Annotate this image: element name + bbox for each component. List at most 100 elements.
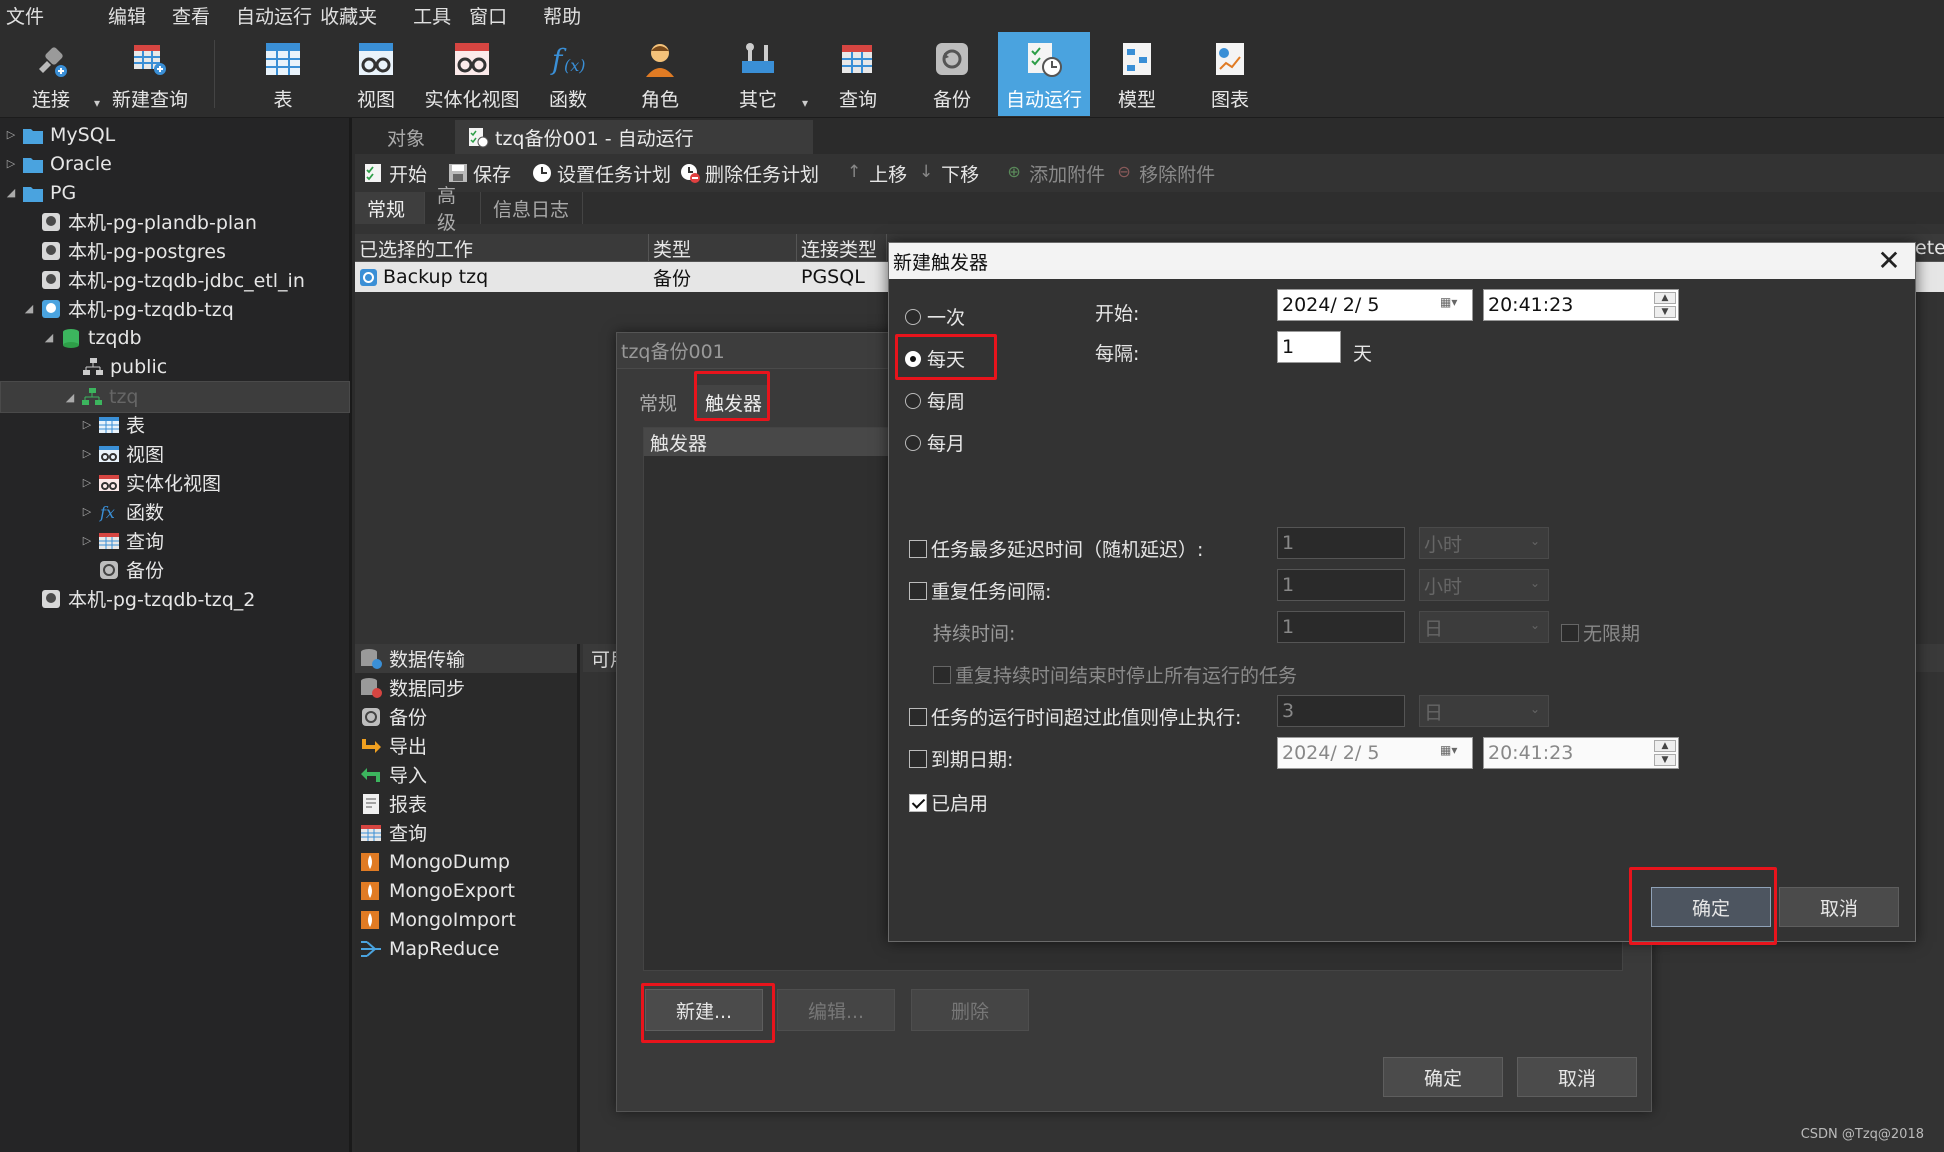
indefinite-checkbox[interactable]: 无限期	[1561, 619, 1640, 646]
repeat-interval-input[interactable]: 1	[1277, 569, 1405, 601]
start-date-picker[interactable]: 2024/ 2/ 5 ▦▾	[1277, 289, 1473, 321]
delete-trigger-button[interactable]: 删除	[911, 989, 1029, 1031]
edit-trigger-button[interactable]: 编辑...	[777, 989, 895, 1031]
tab-general[interactable]: 常规	[631, 385, 685, 419]
list-item[interactable]: 查询	[355, 818, 577, 847]
column-selected-jobs[interactable]: 已选择的工作	[355, 234, 649, 262]
expire-time-input[interactable]: 20:41:23 ▲ ▼	[1483, 737, 1679, 769]
menu-tools[interactable]: 工具	[403, 2, 469, 29]
repeat-interval-unit-select[interactable]: 小时 ⌄	[1419, 569, 1549, 601]
list-item[interactable]: MongoDump	[355, 847, 577, 876]
query-button[interactable]: 查询	[834, 32, 882, 116]
max-delay-input[interactable]: 1	[1277, 527, 1405, 559]
table-button[interactable]: 表	[260, 32, 306, 116]
tab-automation-job[interactable]: tzq备份001 - 自动运行	[455, 120, 813, 154]
list-item[interactable]: 备份	[355, 702, 577, 731]
collapse-arrow-icon[interactable]: ◢	[4, 186, 18, 199]
expand-arrow-icon[interactable]: ▷	[4, 128, 18, 141]
menu-favorites[interactable]: 收藏夹	[314, 2, 403, 29]
other-dropdown-icon[interactable]: ▾	[802, 96, 808, 110]
radio-once[interactable]: 一次	[905, 303, 965, 330]
model-button[interactable]: 模型	[1112, 32, 1162, 116]
tree-item-database[interactable]: ◢ tzqdb	[0, 323, 350, 352]
connect-dropdown-icon[interactable]: ▾	[94, 96, 100, 110]
cancel-button[interactable]: 取消	[1517, 1057, 1637, 1097]
tree-item-connection[interactable]: 本机-pg-tzqdb-jdbc_etl_in	[0, 265, 350, 294]
interval-input[interactable]: 1	[1277, 331, 1341, 363]
expire-date-picker[interactable]: 2024/ 2/ 5 ▦▾	[1277, 737, 1473, 769]
stop-at-end-checkbox[interactable]: 重复持续时间结束时停止所有运行的任务	[933, 661, 1297, 688]
other-button[interactable]: 其它	[734, 32, 782, 116]
menu-file[interactable]: 文件	[0, 2, 58, 29]
expand-arrow-icon[interactable]: ▷	[80, 447, 94, 460]
move-down-button[interactable]: ↓ 下移	[915, 160, 979, 187]
duration-input[interactable]: 1	[1277, 611, 1405, 643]
list-item[interactable]: MongoImport	[355, 905, 577, 934]
tree-item-connection[interactable]: 本机-pg-postgres	[0, 236, 350, 265]
start-time-input[interactable]: 20:41:23 ▲ ▼	[1483, 289, 1679, 321]
stop-long-running-unit-select[interactable]: 日 ⌄	[1419, 695, 1549, 727]
calendar-dropdown-icon[interactable]: ▦▾	[1440, 295, 1466, 315]
menu-help[interactable]: 帮助	[533, 2, 595, 29]
column-type[interactable]: 类型	[649, 234, 797, 262]
time-spinner[interactable]: ▲ ▼	[1654, 292, 1676, 318]
set-schedule-button[interactable]: 设置任务计划	[531, 160, 671, 187]
radio-monthly[interactable]: 每月	[905, 429, 965, 456]
calendar-dropdown-icon[interactable]: ▦▾	[1440, 743, 1466, 763]
tree-item-schema[interactable]: public	[0, 352, 350, 381]
tree-item-schema-selected[interactable]: ◢ tzq	[0, 381, 350, 413]
tree-item-oracle[interactable]: ▷ Oracle	[0, 149, 350, 178]
tab-log[interactable]: 信息日志	[481, 192, 583, 224]
tab-advanced[interactable]: 高级	[425, 185, 481, 234]
expand-arrow-icon[interactable]: ▷	[80, 476, 94, 489]
ok-button[interactable]: 确定	[1651, 887, 1771, 927]
chart-button[interactable]: 图表	[1206, 32, 1254, 116]
cancel-button[interactable]: 取消	[1779, 887, 1899, 927]
materialized-view-button[interactable]: 实体化视图	[424, 32, 520, 116]
time-spinner[interactable]: ▲ ▼	[1654, 740, 1676, 766]
menu-edit[interactable]: 编辑	[58, 2, 160, 29]
menu-automation[interactable]: 自动运行	[224, 2, 314, 29]
column-connection-type[interactable]: 连接类型	[797, 234, 887, 262]
list-item[interactable]: 报表	[355, 789, 577, 818]
tree-item-connection[interactable]: 本机-pg-tzqdb-tzq_2	[0, 584, 350, 613]
expire-date-checkbox[interactable]: 到期日期:	[909, 745, 1013, 772]
tab-trigger[interactable]: 触发器	[697, 385, 771, 419]
tree-item-mysql[interactable]: ▷ MySQL	[0, 120, 350, 149]
enabled-checkbox[interactable]: 已启用	[909, 789, 988, 816]
tree-item-connection-open[interactable]: ◢ 本机-pg-tzqdb-tzq	[0, 294, 350, 323]
list-item[interactable]: 数据传输	[355, 644, 577, 673]
tab-general[interactable]: 常规	[355, 192, 425, 224]
add-attachment-button[interactable]: ⊕ 添加附件	[1003, 160, 1105, 187]
collapse-arrow-icon[interactable]: ◢	[42, 331, 56, 344]
expand-arrow-icon[interactable]: ▷	[4, 157, 18, 170]
remove-attachment-button[interactable]: ⊖ 移除附件	[1113, 160, 1215, 187]
collapse-arrow-icon[interactable]: ◢	[63, 391, 77, 404]
tree-item-queries[interactable]: ▷ 查询	[0, 526, 350, 555]
close-icon[interactable]: ✕	[1873, 245, 1905, 277]
view-button[interactable]: 视图	[352, 32, 400, 116]
ok-button[interactable]: 确定	[1383, 1057, 1503, 1097]
max-delay-unit-select[interactable]: 小时 ⌄	[1419, 527, 1549, 559]
expand-arrow-icon[interactable]: ▷	[80, 505, 94, 518]
tree-item-pg[interactable]: ◢ PG	[0, 178, 350, 207]
delete-schedule-button[interactable]: 删除任务计划	[679, 160, 819, 187]
repeat-interval-checkbox[interactable]: 重复任务间隔:	[909, 577, 1051, 604]
tree-item-connection[interactable]: 本机-pg-plandb-plan	[0, 207, 350, 236]
function-button[interactable]: f (x) 函数	[544, 32, 592, 116]
list-item[interactable]: MapReduce	[355, 934, 577, 963]
connect-button[interactable]: 连接	[18, 32, 84, 116]
tree-item-backups[interactable]: 备份	[0, 555, 350, 584]
list-item[interactable]: 导出	[355, 731, 577, 760]
automation-button[interactable]: 自动运行	[998, 32, 1090, 116]
stop-long-running-checkbox[interactable]: 任务的运行时间超过此值则停止执行:	[909, 703, 1241, 730]
duration-unit-select[interactable]: 日 ⌄	[1419, 611, 1549, 643]
role-button[interactable]: 角色	[636, 32, 684, 116]
radio-weekly[interactable]: 每周	[905, 387, 965, 414]
tree-item-materialized-views[interactable]: ▷ 实体化视图	[0, 468, 350, 497]
stop-long-running-input[interactable]: 3	[1277, 695, 1405, 727]
tree-item-tables[interactable]: ▷ 表	[0, 410, 350, 439]
move-up-button[interactable]: ↑ 上移	[843, 160, 907, 187]
tree-item-views[interactable]: ▷ 视图	[0, 439, 350, 468]
collapse-arrow-icon[interactable]: ◢	[22, 302, 36, 315]
